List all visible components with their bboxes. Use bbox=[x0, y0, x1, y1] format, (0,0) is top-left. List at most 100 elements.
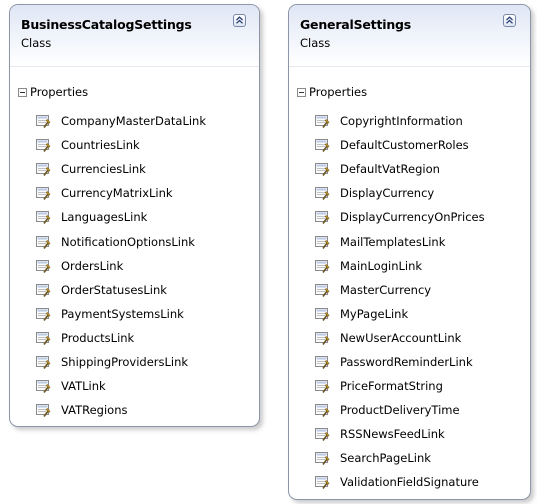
property-icon bbox=[35, 137, 61, 153]
property-icon bbox=[35, 185, 61, 201]
section-label: Properties bbox=[309, 85, 368, 99]
class-kind: Class bbox=[300, 36, 331, 50]
property-icon bbox=[314, 185, 340, 201]
property-icon bbox=[314, 450, 340, 466]
chevron-up-double-icon[interactable] bbox=[233, 14, 246, 27]
property-item[interactable]: PasswordReminderLink bbox=[314, 350, 485, 374]
class-shape-business-catalog-settings[interactable]: BusinessCatalogSettings Class Properties… bbox=[9, 4, 260, 427]
property-name: NotificationOptionsLink bbox=[61, 234, 195, 249]
class-shape-header[interactable]: BusinessCatalogSettings Class bbox=[10, 5, 259, 67]
property-name: NewUserAccountLink bbox=[340, 330, 462, 345]
class-shape-general-settings[interactable]: GeneralSettings Class Properties Copyrig… bbox=[288, 4, 531, 500]
property-name: PriceFormatString bbox=[340, 379, 443, 394]
property-icon bbox=[35, 282, 61, 298]
property-icon bbox=[35, 161, 61, 177]
property-icon bbox=[314, 378, 340, 394]
property-item[interactable]: CopyrightInformation bbox=[314, 109, 485, 133]
property-name: CurrencyMatrixLink bbox=[61, 186, 173, 201]
property-icon bbox=[314, 209, 340, 225]
property-item[interactable]: MasterCurrency bbox=[314, 278, 485, 302]
property-item[interactable]: SearchPageLink bbox=[314, 446, 485, 470]
property-name: MainLoginLink bbox=[340, 258, 423, 273]
class-kind: Class bbox=[21, 36, 52, 50]
chevron-up-double-icon[interactable] bbox=[503, 14, 516, 27]
property-name: MasterCurrency bbox=[340, 282, 432, 297]
property-item[interactable]: CountriesLink bbox=[35, 133, 206, 157]
property-name: MyPageLink bbox=[340, 306, 409, 321]
property-item[interactable]: OrderStatusesLink bbox=[35, 278, 206, 302]
property-icon bbox=[35, 234, 61, 250]
property-icon bbox=[35, 209, 61, 225]
property-name: RSSNewsFeedLink bbox=[340, 427, 445, 442]
property-name: DisplayCurrency bbox=[340, 186, 435, 201]
properties-section-header[interactable]: Properties bbox=[18, 84, 88, 100]
property-item[interactable]: ProductDeliveryTime bbox=[314, 398, 485, 422]
property-name: VATLink bbox=[61, 379, 106, 394]
property-item[interactable]: RSSNewsFeedLink bbox=[314, 422, 485, 446]
property-icon bbox=[314, 113, 340, 129]
property-item[interactable]: CurrencyMatrixLink bbox=[35, 181, 206, 205]
property-icon bbox=[314, 354, 340, 370]
property-item[interactable]: MailTemplatesLink bbox=[314, 229, 485, 253]
class-name: GeneralSettings bbox=[300, 17, 412, 32]
property-item[interactable]: PriceFormatString bbox=[314, 374, 485, 398]
property-list: CopyrightInformation DefaultCustomerRoles… bbox=[314, 109, 485, 495]
property-name: PaymentSystemsLink bbox=[61, 306, 184, 321]
property-icon bbox=[314, 161, 340, 177]
property-item[interactable]: CurrenciesLink bbox=[35, 157, 206, 181]
property-item[interactable]: DisplayCurrencyOnPrices bbox=[314, 205, 485, 229]
property-icon bbox=[314, 426, 340, 442]
property-item[interactable]: MyPageLink bbox=[314, 302, 485, 326]
property-item[interactable]: OrdersLink bbox=[35, 254, 206, 278]
property-item[interactable]: ShippingProvidersLink bbox=[35, 350, 206, 374]
property-icon bbox=[314, 282, 340, 298]
property-name: DefaultVatRegion bbox=[340, 162, 440, 177]
property-item[interactable]: VATLink bbox=[35, 374, 206, 398]
property-list: CompanyMasterDataLink CountriesLink Curren… bbox=[35, 109, 206, 422]
section-label: Properties bbox=[30, 85, 89, 99]
property-item[interactable]: ProductsLink bbox=[35, 326, 206, 350]
property-name: ValidationFieldSignature bbox=[340, 475, 479, 490]
minus-box-icon[interactable] bbox=[297, 87, 306, 97]
property-item[interactable]: DefaultCustomerRoles bbox=[314, 133, 485, 157]
property-name: DisplayCurrencyOnPrices bbox=[340, 210, 485, 225]
property-icon bbox=[35, 354, 61, 370]
property-icon bbox=[35, 330, 61, 346]
property-name: CurrenciesLink bbox=[61, 162, 146, 177]
property-item[interactable]: NewUserAccountLink bbox=[314, 326, 485, 350]
minus-box-icon[interactable] bbox=[18, 87, 27, 97]
property-name: ShippingProvidersLink bbox=[61, 354, 189, 369]
property-item[interactable]: DisplayCurrency bbox=[314, 181, 485, 205]
property-icon bbox=[314, 306, 340, 322]
property-icon bbox=[314, 474, 340, 490]
property-item[interactable]: NotificationOptionsLink bbox=[35, 229, 206, 253]
property-name: SearchPageLink bbox=[340, 451, 431, 466]
property-icon bbox=[35, 113, 61, 129]
property-name: OrderStatusesLink bbox=[61, 282, 167, 297]
class-shape-header[interactable]: GeneralSettings Class bbox=[289, 5, 530, 67]
property-name: ProductDeliveryTime bbox=[340, 403, 460, 418]
property-item[interactable]: PaymentSystemsLink bbox=[35, 302, 206, 326]
property-item[interactable]: MainLoginLink bbox=[314, 254, 485, 278]
class-name: BusinessCatalogSettings bbox=[21, 17, 192, 32]
property-item[interactable]: CompanyMasterDataLink bbox=[35, 109, 206, 133]
property-icon bbox=[314, 137, 340, 153]
property-name: CountriesLink bbox=[61, 138, 140, 153]
property-item[interactable]: VATRegions bbox=[35, 398, 206, 422]
property-icon bbox=[314, 258, 340, 274]
property-name: OrdersLink bbox=[61, 258, 124, 273]
property-name: LanguagesLink bbox=[61, 210, 148, 225]
property-name: DefaultCustomerRoles bbox=[340, 138, 469, 153]
property-name: CompanyMasterDataLink bbox=[61, 114, 206, 129]
property-name: VATRegions bbox=[61, 403, 128, 418]
property-icon bbox=[35, 378, 61, 394]
property-item[interactable]: LanguagesLink bbox=[35, 205, 206, 229]
properties-section-header[interactable]: Properties bbox=[297, 84, 367, 100]
property-icon bbox=[35, 402, 61, 418]
property-item[interactable]: ValidationFieldSignature bbox=[314, 470, 485, 494]
property-name: MailTemplatesLink bbox=[340, 234, 446, 249]
property-item[interactable]: DefaultVatRegion bbox=[314, 157, 485, 181]
property-name: ProductsLink bbox=[61, 330, 135, 345]
property-icon bbox=[314, 234, 340, 250]
property-icon bbox=[314, 330, 340, 346]
